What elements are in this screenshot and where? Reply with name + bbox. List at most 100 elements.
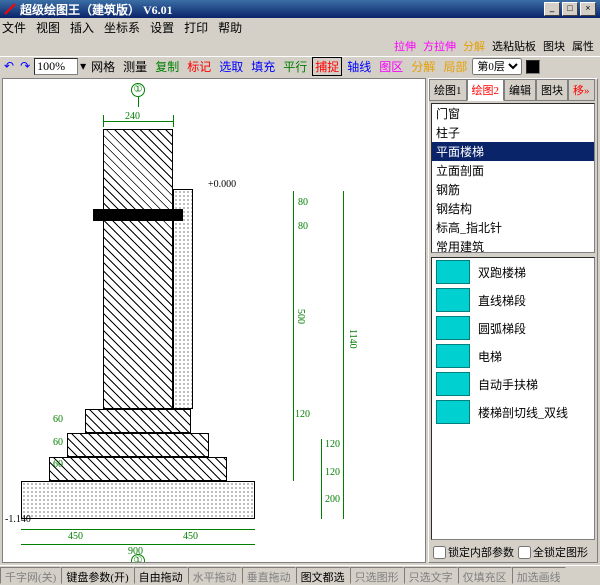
d80b: 80 bbox=[298, 221, 308, 232]
menubar: 文件 视图 插入 坐标系 设置 打印 帮助 bbox=[0, 18, 600, 36]
sb-7[interactable]: 只选文字 bbox=[404, 567, 458, 584]
tool-explode[interactable]: 分解 bbox=[461, 38, 487, 54]
redo-icon[interactable]: ↷ bbox=[18, 59, 32, 74]
tab-more[interactable]: 移» bbox=[568, 79, 595, 101]
elevator-icon bbox=[436, 344, 470, 368]
list-item-selected[interactable]: 平面楼梯 bbox=[432, 142, 594, 161]
tab-block[interactable]: 图块 bbox=[536, 79, 568, 101]
tb-measure[interactable]: 测量 bbox=[120, 58, 150, 75]
menu-coord[interactable]: 坐标系 bbox=[104, 19, 140, 36]
tb-select[interactable]: 选取 bbox=[216, 58, 246, 75]
side-panel: 绘图1 绘图2 编辑 图块 移» 门窗 柱子 平面楼梯 立面剖面 钢筋 钢结构 … bbox=[428, 78, 598, 563]
tool-stretch[interactable]: 拉伸 bbox=[392, 38, 418, 54]
zoom-dropdown-icon[interactable]: ▾ bbox=[80, 59, 86, 74]
escalator-icon bbox=[436, 372, 470, 396]
d450r: 450 bbox=[183, 531, 198, 542]
shape-item[interactable]: 直线梯段 bbox=[432, 286, 594, 314]
maximize-button[interactable]: □ bbox=[562, 2, 578, 16]
sb-9[interactable]: 加选画线 bbox=[512, 567, 566, 584]
d1140: 1140 bbox=[347, 329, 358, 349]
stair-double-icon bbox=[436, 260, 470, 284]
layer-combo[interactable]: 第0层 bbox=[472, 58, 522, 75]
d60a: 60 bbox=[53, 414, 63, 425]
menu-help[interactable]: 帮助 bbox=[218, 19, 242, 36]
statusbar: 千字网(关) 键盘参数(开) 自由拖动 水平拖动 垂直拖动 图文都选 只选图形 … bbox=[0, 565, 600, 585]
elev-bot: -1.140 bbox=[5, 514, 31, 525]
shape-item[interactable]: 圆弧梯段 bbox=[432, 314, 594, 342]
shape-list[interactable]: 双跑楼梯 直线梯段 圆弧梯段 电梯 自动手扶梯 楼梯剖切线_双线 bbox=[431, 257, 595, 540]
step3 bbox=[49, 457, 227, 481]
lock-all-checkbox[interactable]: 全锁定图形 bbox=[518, 544, 588, 560]
list-item[interactable]: 门窗 bbox=[432, 104, 594, 123]
window-title: 超级绘图王（建筑版） V6.01 bbox=[20, 1, 173, 18]
wall-section bbox=[103, 129, 173, 409]
toolbar-top-right: 拉伸 方拉伸 分解 选粘贴板 图块 属性 bbox=[0, 36, 600, 56]
sb-2[interactable]: 自由拖动 bbox=[134, 567, 188, 584]
menu-file[interactable]: 文件 bbox=[2, 19, 26, 36]
titlebar: 超级绘图王（建筑版） V6.01 _ □ × bbox=[0, 0, 600, 18]
shape-item[interactable]: 电梯 bbox=[432, 342, 594, 370]
zoom-combo[interactable]: 100% bbox=[34, 58, 78, 75]
stair-straight-icon bbox=[436, 288, 470, 312]
sb-6[interactable]: 只选图形 bbox=[350, 567, 404, 584]
stair-arc-icon bbox=[436, 316, 470, 340]
lock-internal-checkbox[interactable]: 锁定内部参数 bbox=[433, 544, 514, 560]
d120a: 120 bbox=[295, 409, 310, 420]
grid-marker-top: ① bbox=[131, 83, 145, 97]
menu-settings[interactable]: 设置 bbox=[150, 19, 174, 36]
list-item[interactable]: 钢筋 bbox=[432, 180, 594, 199]
app-icon bbox=[4, 3, 16, 15]
tab-draw1[interactable]: 绘图1 bbox=[429, 79, 467, 101]
tb-parallel[interactable]: 平行 bbox=[280, 58, 310, 75]
drawing-canvas[interactable]: ① 240 +0.000 -1.140 80 80 500 bbox=[2, 78, 426, 563]
tb-explode2[interactable]: 分解 bbox=[408, 58, 438, 75]
minimize-button[interactable]: _ bbox=[544, 2, 560, 16]
list-item[interactable]: 柱子 bbox=[432, 123, 594, 142]
d80a: 80 bbox=[298, 197, 308, 208]
grid-marker-bottom: ① bbox=[131, 554, 145, 563]
d500: 500 bbox=[295, 309, 306, 324]
tb-snap[interactable]: 捕捉 bbox=[312, 57, 342, 76]
tab-edit[interactable]: 编辑 bbox=[504, 79, 536, 101]
tool-props[interactable]: 属性 bbox=[570, 38, 596, 54]
sb-1[interactable]: 键盘参数(开) bbox=[61, 567, 133, 584]
category-list[interactable]: 门窗 柱子 平面楼梯 立面剖面 钢筋 钢结构 标高_指北针 常用建筑 通用图形 … bbox=[431, 103, 595, 253]
d120b: 120 bbox=[325, 439, 340, 450]
footing-base bbox=[21, 481, 255, 519]
tb-grid[interactable]: 网格 bbox=[88, 58, 118, 75]
tb-fill[interactable]: 填充 bbox=[248, 58, 278, 75]
menu-view[interactable]: 视图 bbox=[36, 19, 60, 36]
tb-copy[interactable]: 复制 bbox=[152, 58, 182, 75]
shape-item[interactable]: 楼梯剖切线_双线 bbox=[432, 398, 594, 426]
menu-print[interactable]: 打印 bbox=[184, 19, 208, 36]
sb-4[interactable]: 垂直拖动 bbox=[242, 567, 296, 584]
tb-area[interactable]: 图区 bbox=[376, 58, 406, 75]
sb-3[interactable]: 水平拖动 bbox=[188, 567, 242, 584]
step2 bbox=[67, 433, 209, 457]
close-button[interactable]: × bbox=[580, 2, 596, 16]
tool-block[interactable]: 图块 bbox=[541, 38, 567, 54]
d60c: 60 bbox=[53, 459, 63, 470]
menu-insert[interactable]: 插入 bbox=[70, 19, 94, 36]
shape-item[interactable]: 自动手扶梯 bbox=[432, 370, 594, 398]
sb-0[interactable]: 千字网(关) bbox=[0, 567, 61, 584]
layer-color-swatch[interactable] bbox=[526, 60, 540, 74]
tb-local[interactable]: 局部 bbox=[440, 58, 470, 75]
panel-tabs: 绘图1 绘图2 编辑 图块 移» bbox=[429, 79, 597, 101]
elev-top: +0.000 bbox=[208, 179, 236, 190]
toolbar-main: ↶ ↷ 100% ▾ 网格 测量 复制 标记 选取 填充 平行 捕捉 轴线 图区… bbox=[0, 56, 600, 76]
list-item[interactable]: 立面剖面 bbox=[432, 161, 594, 180]
tool-rectstretch[interactable]: 方拉伸 bbox=[421, 38, 458, 54]
undo-icon[interactable]: ↶ bbox=[2, 59, 16, 74]
sb-5[interactable]: 图文都选 bbox=[296, 567, 350, 584]
tab-draw2[interactable]: 绘图2 bbox=[467, 79, 505, 101]
tb-axis[interactable]: 轴线 bbox=[344, 58, 374, 75]
tb-mark[interactable]: 标记 bbox=[184, 58, 214, 75]
step1 bbox=[85, 409, 191, 433]
tool-pasteboard[interactable]: 选粘贴板 bbox=[490, 38, 538, 54]
list-item[interactable]: 常用建筑 bbox=[432, 237, 594, 253]
sb-8[interactable]: 仅填充区 bbox=[458, 567, 512, 584]
list-item[interactable]: 标高_指北针 bbox=[432, 218, 594, 237]
shape-item[interactable]: 双跑楼梯 bbox=[432, 258, 594, 286]
list-item[interactable]: 钢结构 bbox=[432, 199, 594, 218]
